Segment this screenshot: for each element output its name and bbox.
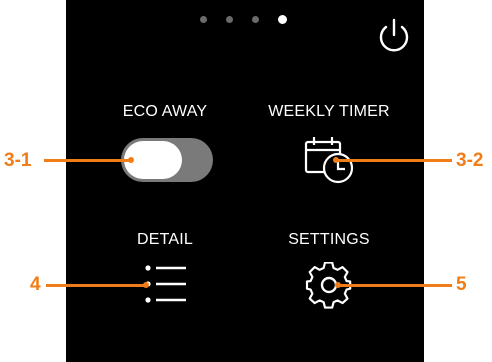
callout-dot-5 — [335, 282, 341, 288]
callout-5: 5 — [456, 274, 467, 295]
detail-label: DETAIL — [136, 231, 194, 248]
eco-away-toggle[interactable] — [121, 138, 213, 182]
page-dot[interactable] — [252, 16, 259, 23]
eco-away-label: ECO AWAY — [122, 103, 208, 120]
callout-dot-3-1 — [128, 157, 134, 163]
callout-leader-5 — [338, 284, 452, 287]
callout-3-2: 3-2 — [456, 150, 484, 171]
list-icon[interactable] — [143, 262, 191, 306]
page-indicator — [200, 15, 287, 24]
callout-leader-4 — [46, 284, 146, 287]
power-icon[interactable] — [375, 17, 413, 55]
device-screen: ECO AWAY WEEKLY TIMER DETAIL SETTINGS — [66, 0, 424, 362]
page-dot-active[interactable] — [278, 15, 287, 24]
page-dot[interactable] — [226, 16, 233, 23]
callout-leader-3-2 — [336, 159, 452, 162]
callout-leader-3-1 — [44, 159, 131, 162]
callout-4: 4 — [30, 274, 41, 295]
settings-label: SETTINGS — [288, 231, 370, 248]
callout-dot-3-2 — [333, 157, 339, 163]
page-dot[interactable] — [200, 16, 207, 23]
weekly-timer-label: WEEKLY TIMER — [268, 103, 390, 120]
callout-dot-4 — [143, 282, 149, 288]
callout-3-1: 3-1 — [4, 150, 32, 171]
